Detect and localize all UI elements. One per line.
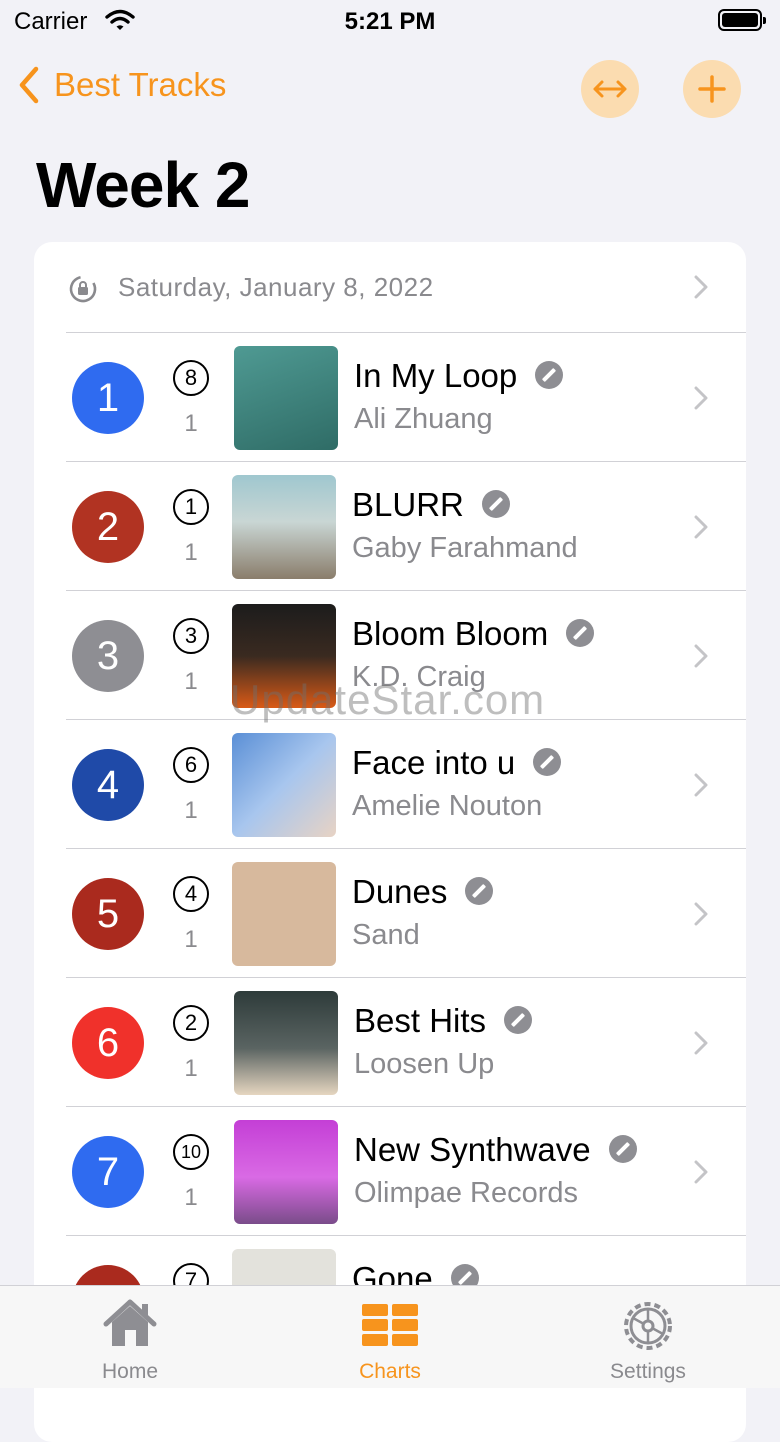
chevron-right-icon: [694, 902, 708, 926]
track-row[interactable]: 4 6 1 Face into u Amelie Nouton: [34, 720, 746, 849]
tracks-card: Saturday, January 8, 2022 1 8 1 In My Lo…: [34, 242, 746, 1442]
chevron-right-icon: [694, 386, 708, 410]
album-art: [234, 991, 338, 1095]
track-title: Bloom Bloom: [352, 615, 595, 653]
watermark: UpdateStar.com: [230, 676, 546, 723]
edit-icon: [535, 361, 564, 390]
track-title-text: New Synthwave: [354, 1131, 591, 1168]
page-title: Week 2: [36, 149, 250, 221]
house-icon: [103, 1299, 157, 1346]
track-row[interactable]: 5 4 1 Dunes Sand: [34, 849, 746, 978]
nav-bar: Best Tracks: [0, 52, 780, 124]
track-title-text: Best Hits: [354, 1002, 487, 1039]
plus-icon: [698, 75, 726, 103]
battery-icon: [718, 9, 766, 31]
date-label: Saturday, January 8, 2022: [118, 272, 434, 302]
track-title-text: In My Loop: [354, 357, 518, 394]
back-label: Best Tracks: [54, 66, 227, 103]
back-button[interactable]: Best Tracks: [18, 66, 226, 104]
track-title: Best Hits: [354, 1002, 533, 1040]
edit-icon: [566, 619, 595, 648]
add-button[interactable]: [683, 60, 741, 118]
weeks-on-chart: 1: [184, 539, 198, 566]
rank-badge: 5: [72, 878, 144, 950]
previous-rank-badge: 4: [173, 876, 209, 912]
track-title-text: BLURR: [352, 486, 464, 523]
gear-icon: [624, 1302, 672, 1350]
track-title: Face into u: [352, 744, 562, 782]
weeks-on-chart: 1: [184, 1055, 198, 1082]
chevron-right-icon: [694, 1160, 708, 1184]
chevron-left-icon: [19, 66, 39, 104]
charts-grid-icon: [362, 1304, 418, 1346]
album-art: [232, 475, 336, 579]
track-artist: Sand: [352, 919, 420, 951]
rank-badge: 6: [72, 1007, 144, 1079]
previous-rank-badge: 2: [173, 1005, 209, 1041]
previous-rank-badge: 6: [173, 747, 209, 783]
chevron-right-icon: [694, 644, 708, 668]
edit-icon: [504, 1006, 533, 1035]
track-artist: Olimpae Records: [354, 1177, 579, 1209]
weeks-on-chart: 1: [184, 926, 198, 953]
tab-charts[interactable]: Charts: [290, 1286, 490, 1388]
date-row[interactable]: Saturday, January 8, 2022: [34, 242, 746, 332]
edit-icon: [608, 1135, 637, 1164]
weeks-on-chart: 1: [184, 668, 198, 695]
edit-icon: [481, 490, 510, 519]
tab-charts-label: Charts: [359, 1360, 421, 1383]
track-title: New Synthwave: [354, 1131, 637, 1169]
status-bar: Carrier 5:21 PM: [0, 0, 780, 44]
track-title-text: Dunes: [352, 873, 448, 910]
previous-rank-badge: 1: [173, 489, 209, 525]
track-title: Dunes: [352, 873, 494, 911]
album-art: [234, 346, 338, 450]
album-art: [234, 1120, 338, 1224]
chevron-right-icon: [694, 773, 708, 797]
track-row[interactable]: 2 1 1 BLURR Gaby Farahmand: [34, 462, 746, 591]
weeks-on-chart: 1: [184, 410, 198, 437]
track-artist: Loosen Up: [354, 1048, 495, 1080]
rank-badge: 3: [72, 620, 144, 692]
tab-home-label: Home: [101, 1360, 159, 1383]
edit-icon: [465, 877, 494, 906]
track-title-text: Bloom Bloom: [352, 615, 549, 652]
chevron-right-icon: [694, 515, 708, 539]
album-art: [232, 733, 336, 837]
tab-home[interactable]: Home: [30, 1286, 230, 1388]
tab-settings-label: Settings: [610, 1360, 686, 1383]
edit-icon: [533, 748, 562, 777]
previous-rank-badge: 8: [173, 360, 209, 396]
rotate-lock-icon: [69, 275, 97, 303]
chevron-right-icon: [694, 1031, 708, 1055]
weeks-on-chart: 1: [184, 797, 198, 824]
track-title: In My Loop: [354, 357, 564, 395]
track-artist: Ali Zhuang: [354, 403, 493, 435]
rank-badge: 7: [72, 1136, 144, 1208]
status-time: 5:21 PM: [344, 8, 436, 35]
track-row[interactable]: 1 8 1 In My Loop Ali Zhuang: [34, 333, 746, 462]
rank-badge: 2: [72, 491, 144, 563]
track-row[interactable]: 7 10 1 New Synthwave Olimpae Records: [34, 1107, 746, 1236]
track-title: BLURR: [352, 486, 510, 524]
previous-rank-badge: 10: [173, 1134, 209, 1170]
track-artist: Gaby Farahmand: [352, 532, 578, 564]
swap-arrows-icon: [593, 80, 627, 98]
tab-bar: Home Charts Settings: [0, 1285, 780, 1388]
tab-settings[interactable]: Settings: [548, 1286, 748, 1388]
swap-button[interactable]: [581, 60, 639, 118]
track-row[interactable]: 6 2 1 Best Hits Loosen Up: [34, 978, 746, 1107]
previous-rank-badge: 3: [173, 618, 209, 654]
chevron-right-icon: [694, 275, 708, 299]
album-art: [232, 862, 336, 966]
track-artist: Amelie Nouton: [352, 790, 543, 822]
weeks-on-chart: 1: [184, 1184, 198, 1211]
track-title-text: Face into u: [352, 744, 516, 781]
rank-badge: 1: [72, 362, 144, 434]
rank-badge: 4: [72, 749, 144, 821]
